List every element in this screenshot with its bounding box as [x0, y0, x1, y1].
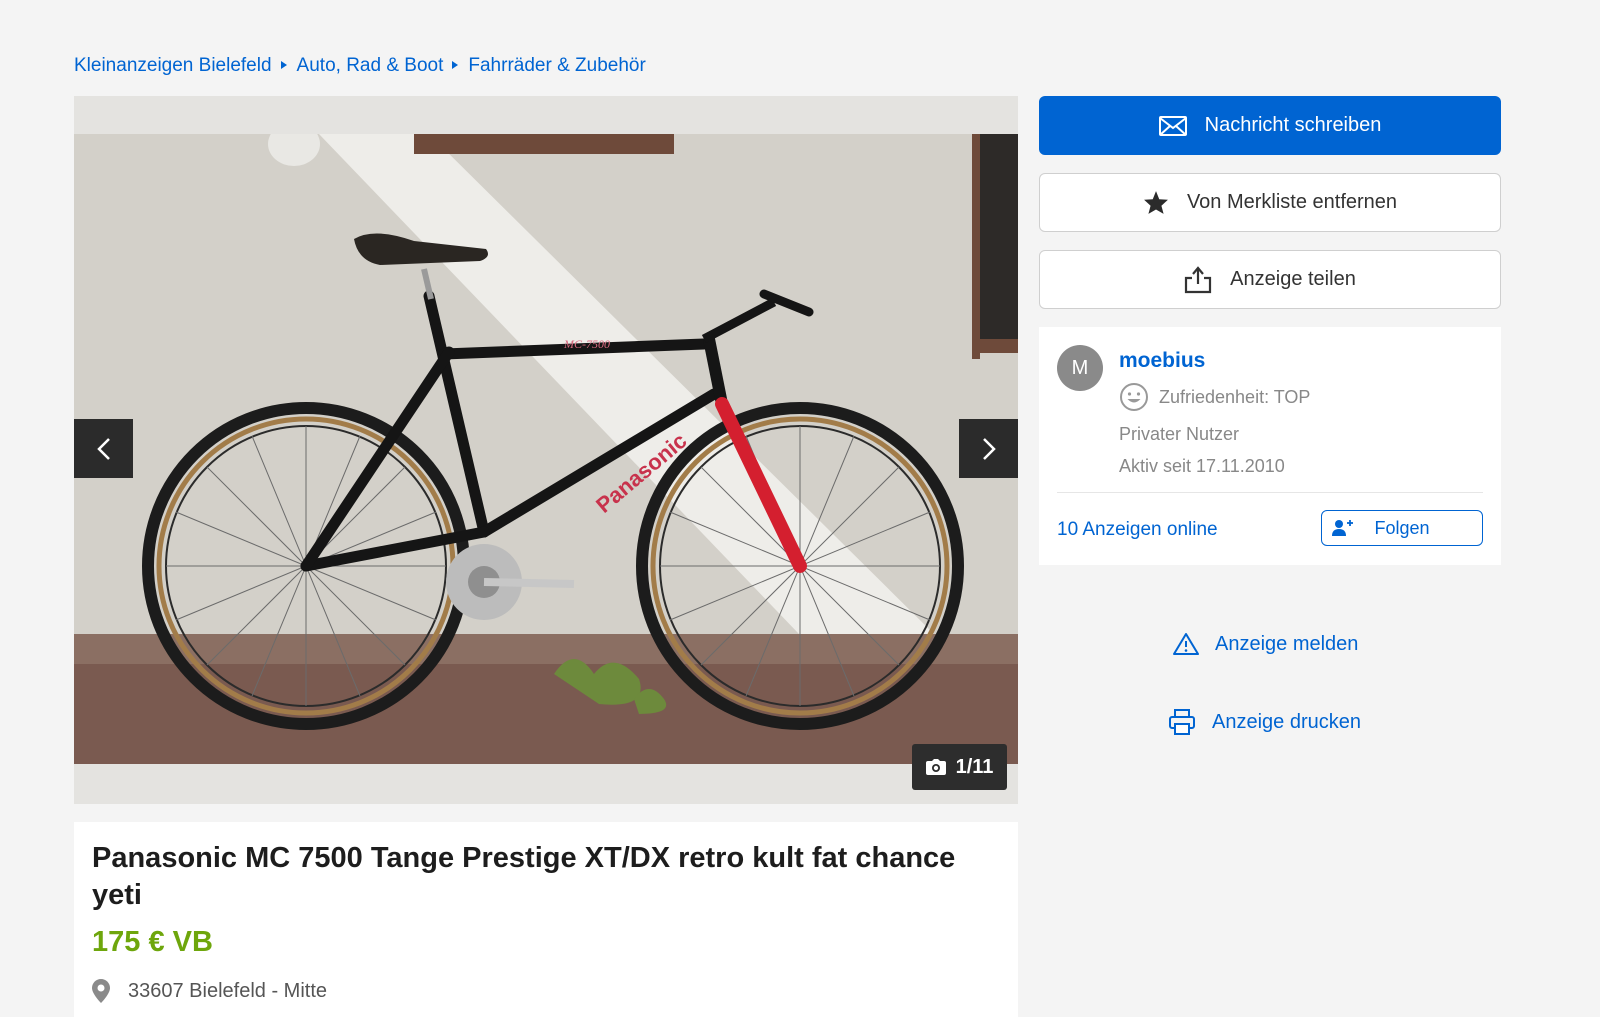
- breadcrumb-separator-icon: [452, 61, 459, 69]
- breadcrumb-separator-icon: [280, 61, 287, 69]
- previous-image-button[interactable]: [74, 419, 133, 478]
- star-icon: [1143, 190, 1169, 215]
- avatar[interactable]: M: [1057, 345, 1103, 391]
- write-message-button[interactable]: Nachricht schreiben: [1039, 96, 1501, 155]
- listing-photo[interactable]: Panasonic MC-7500: [74, 134, 1018, 764]
- warning-icon: [1173, 633, 1199, 655]
- seller-info: moebius Zufriedenheit: TOP Privater Nutz…: [1119, 349, 1310, 477]
- seller-rating-text: Zufriedenheit: TOP: [1159, 386, 1311, 407]
- share-ad-label: Anzeige teilen: [1230, 268, 1356, 290]
- seller-active-since: Aktiv seit 17.11.2010: [1119, 456, 1285, 476]
- seller-rating: Zufriedenheit: TOP: [1119, 382, 1310, 412]
- print-ad-link[interactable]: Anzeige drucken: [1168, 708, 1361, 736]
- svg-text:MC-7500: MC-7500: [563, 337, 610, 351]
- report-ad-label: Anzeige melden: [1215, 632, 1359, 655]
- follow-button[interactable]: Folgen: [1321, 510, 1483, 546]
- write-message-label: Nachricht schreiben: [1204, 114, 1382, 136]
- ad-price: 175 € VB: [92, 926, 213, 958]
- image-counter: 1/11: [912, 744, 1007, 790]
- breadcrumb-link-region[interactable]: Kleinanzeigen Bielefeld: [74, 55, 272, 77]
- printer-icon: [1169, 709, 1195, 735]
- chevron-left-icon: [96, 437, 110, 460]
- breadcrumb-link-subcategory[interactable]: Fahrräder & Zubehör: [468, 55, 645, 77]
- location-pin-icon: [92, 979, 110, 1003]
- image-counter-text: 1/11: [955, 755, 994, 778]
- seller-card: M moebius Zufriedenheit: TOP Privater Nu…: [1039, 327, 1501, 565]
- ad-location-text: 33607 Bielefeld - Mitte: [128, 979, 328, 1002]
- add-user-icon: [1332, 520, 1353, 536]
- ad-location: 33607 Bielefeld - Mitte: [92, 979, 1000, 1003]
- share-ad-button[interactable]: Anzeige teilen: [1039, 250, 1501, 309]
- envelope-icon: [1158, 115, 1187, 136]
- follow-label: Folgen: [1374, 517, 1430, 538]
- image-gallery: Panasonic MC-7500 1/11: [74, 96, 1018, 804]
- print-ad-label: Anzeige drucken: [1212, 710, 1361, 733]
- next-image-button[interactable]: [959, 419, 1018, 478]
- ad-title: Panasonic MC 7500 Tange Prestige XT/DX r…: [92, 842, 956, 911]
- chevron-right-icon: [982, 437, 996, 460]
- breadcrumb: Kleinanzeigen Bielefeld Auto, Rad & Boot…: [74, 55, 646, 77]
- seller-type: Privater Nutzer: [1119, 424, 1240, 444]
- divider: [1057, 492, 1483, 493]
- ad-details-card: Panasonic MC 7500 Tange Prestige XT/DX r…: [74, 822, 1018, 1017]
- breadcrumb-link-category[interactable]: Auto, Rad & Boot: [297, 55, 444, 77]
- remove-from-watchlist-label: Von Merkliste entfernen: [1186, 191, 1398, 213]
- seller-ads-count-link[interactable]: 10 Anzeigen online: [1057, 519, 1218, 541]
- smiley-icon: [1120, 383, 1148, 411]
- remove-from-watchlist-button[interactable]: Von Merkliste entfernen: [1039, 173, 1501, 232]
- share-icon: [1184, 265, 1212, 294]
- report-ad-link[interactable]: Anzeige melden: [1173, 632, 1358, 656]
- seller-name-link[interactable]: moebius: [1119, 349, 1310, 373]
- camera-icon: [925, 759, 946, 775]
